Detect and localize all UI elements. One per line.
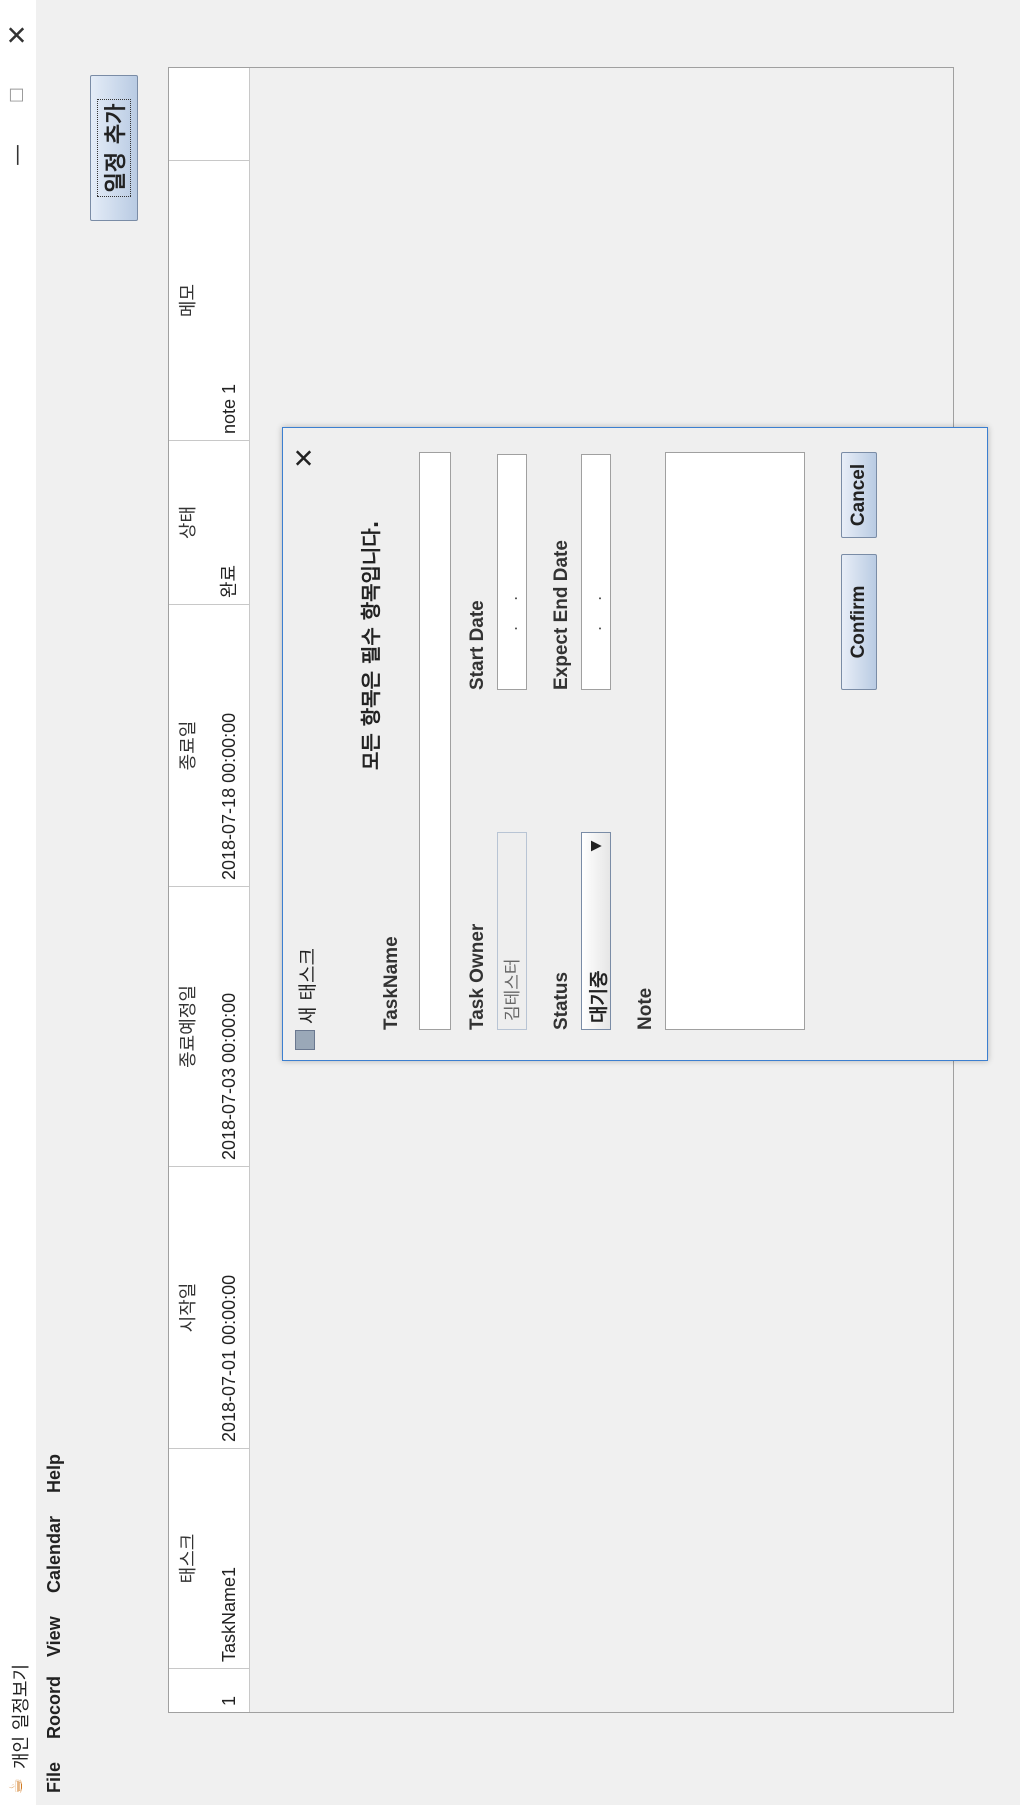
column-header-start[interactable]: 시작일 — [169, 1166, 209, 1448]
table-row[interactable]: 1 TaskName1 2018-07-01 00:00:00 2018-07-… — [209, 68, 250, 1712]
cell-end[interactable]: 2018-07-18 00:00:00 — [209, 604, 249, 886]
task-owner-field: 김테스터 — [497, 832, 527, 1030]
maximize-button[interactable]: ☐ — [0, 65, 36, 125]
column-header-expected-end[interactable]: 종료예정일 — [169, 886, 209, 1166]
dialog-close-button[interactable]: ✕ — [287, 438, 323, 478]
taskname-label: TaskName — [381, 936, 402, 1030]
expect-end-date-label: Expect End Date — [551, 540, 572, 690]
dialog-window-icon — [295, 1030, 315, 1050]
note-label: Note — [635, 987, 656, 1030]
dialog-title: 새 태스크 — [297, 948, 319, 1024]
window-title: 개인 일정보기 — [11, 1663, 32, 1769]
add-schedule-label: 일정 추가 — [97, 98, 131, 198]
cell-status[interactable]: 완료 — [209, 440, 249, 604]
cell-start[interactable]: 2018-07-01 00:00:00 — [209, 1166, 249, 1448]
chevron-down-icon[interactable]: ▼ — [582, 833, 610, 859]
table-header: 태스크 시작일 종료예정일 종료일 상태 메모 — [169, 68, 210, 1712]
menu-record[interactable]: Rocord — [44, 1676, 65, 1739]
column-header-task[interactable]: 태스크 — [169, 1448, 209, 1668]
required-notice: 모든 항목은 필수 항목입니다. — [359, 520, 383, 770]
task-owner-label: Task Owner — [467, 923, 488, 1030]
start-date-input[interactable]: . . — [497, 454, 527, 690]
menu-bar: File Rocord View Calendar Help — [36, 0, 76, 1805]
minimize-button[interactable]: — — [0, 125, 36, 185]
column-header-status[interactable]: 상태 — [169, 440, 209, 604]
cancel-button[interactable]: Cancel — [841, 452, 877, 538]
column-header-index[interactable] — [169, 1668, 209, 1712]
app-window: ☕ 개인 일정보기 — ☐ ✕ File Rocord View Calenda… — [0, 0, 1020, 1805]
cell-expected-end[interactable]: 2018-07-03 00:00:00 — [209, 886, 249, 1166]
column-header-end[interactable]: 종료일 — [169, 604, 209, 886]
status-selected-value: 대기중 — [588, 970, 610, 1023]
cell-index[interactable]: 1 — [209, 1668, 249, 1712]
title-bar: ☕ 개인 일정보기 — ☐ ✕ — [0, 0, 36, 1805]
menu-view[interactable]: View — [44, 1616, 65, 1657]
coffee-cup-icon: ☕ — [6, 1777, 27, 1795]
add-schedule-button[interactable]: 일정 추가 — [90, 75, 138, 221]
menu-help[interactable]: Help — [44, 1454, 65, 1493]
start-date-label: Start Date — [467, 600, 488, 690]
cell-memo[interactable]: note 1 — [209, 160, 249, 440]
status-label: Status — [551, 971, 572, 1030]
status-select[interactable]: 대기중 ▼ — [581, 832, 611, 1030]
close-window-button[interactable]: ✕ — [0, 5, 36, 65]
confirm-button[interactable]: Confirm — [841, 554, 877, 690]
note-textarea[interactable] — [665, 452, 805, 1030]
new-task-dialog: 새 태스크 ✕ 모든 항목은 필수 항목입니다. TaskName Task O… — [282, 427, 988, 1061]
menu-calendar[interactable]: Calendar — [44, 1516, 65, 1593]
expect-end-date-input[interactable]: . . — [581, 454, 611, 690]
taskname-input[interactable] — [419, 452, 451, 1030]
cell-task[interactable]: TaskName1 — [209, 1448, 249, 1668]
column-header-memo[interactable]: 메모 — [169, 160, 209, 440]
menu-file[interactable]: File — [44, 1762, 65, 1793]
